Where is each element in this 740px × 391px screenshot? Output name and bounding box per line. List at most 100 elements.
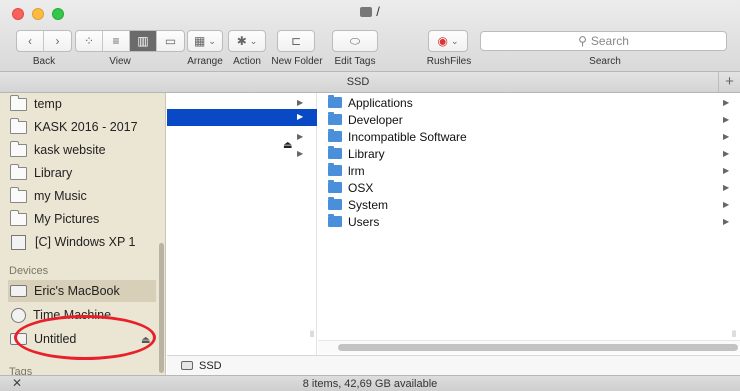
search-label: Search [589,56,621,67]
path-bar: SSD [167,355,740,375]
list-item-applications[interactable]: Applications ▶ [328,94,733,111]
folder-icon [328,129,342,142]
column-view-button[interactable]: ▥ [130,31,157,51]
hard-disk-icon [181,361,193,370]
chevron-down-icon: ⌄ [208,35,216,46]
list-view-button[interactable]: ≡ [103,31,130,51]
eject-icon[interactable]: ⏏ [141,335,150,346]
tag-icon: ⬭ [349,33,361,48]
disclosure-arrow-icon: ▶ [723,217,730,226]
list-item-system[interactable]: System ▶ [328,196,733,213]
list-icon: ≡ [112,34,120,48]
search-input[interactable]: ⚲ Search [480,31,727,51]
folder-icon [328,112,342,125]
arrange-button[interactable]: ▦ ⌄ [187,30,223,52]
cover-flow-icon: ▭ [164,34,177,48]
disclosure-arrow-icon: ▶ [723,115,730,124]
cover-flow-button[interactable]: ▭ [157,31,184,51]
eject-icon[interactable]: ⏏ [283,140,292,151]
action-button[interactable]: ✱ ⌄ [228,30,266,52]
browser-column-2: Applications ▶ Developer ▶ Incompatible So… [318,93,740,355]
chevron-right-icon: › [55,34,60,48]
list-item[interactable]: ▶ [167,128,317,145]
disclosure-arrow-icon: ▶ [723,98,730,107]
icon-view-button[interactable]: ⁘ [76,31,103,51]
folder-icon [328,95,342,108]
horizontal-scrollbar[interactable] [318,340,740,354]
new-folder-label: New Folder [271,56,323,67]
folder-icon [328,197,342,210]
sidebar-item-windows-xp[interactable]: [C] Windows XP 1 [10,231,160,253]
folder-icon [10,209,27,226]
folder-icon [10,163,27,180]
list-item-incompatible-software[interactable]: Incompatible Software ▶ [328,128,733,145]
back-forward-buttons: ‹ › [16,30,72,52]
column-resize-handle[interactable]: ll [732,329,736,339]
list-item-developer[interactable]: Developer ▶ [328,111,733,128]
columns-icon: ▥ [137,34,149,48]
disclosure-arrow-icon: ▶ [297,149,304,158]
back-button[interactable]: ‹ [17,31,44,51]
sidebar-item-kask-website[interactable]: kask website [10,139,160,161]
action-label: Action [233,56,261,67]
time-machine-icon [11,307,26,323]
rushfiles-label: RushFiles [426,56,472,67]
sidebar-item-untitled[interactable]: Untitled [10,328,160,350]
rushfiles-button[interactable]: ◉ ⌄ [428,30,468,52]
folder-icon [328,163,342,176]
search-icon: ⚲ [578,34,587,48]
browser-column-1: ▶ ▶ ▶ ▶ ⏏ ll [167,93,317,355]
folder-icon [328,146,342,159]
view-mode-control: ⁘ ≡ ▥ ▭ [75,30,185,52]
chevron-down-icon: ⌄ [450,35,459,46]
new-folder-icon: ⊏ [290,34,302,48]
folder-icon [10,117,27,134]
sidebar-item-erics-macbook[interactable]: Eric's MacBook [8,280,156,302]
list-item-users[interactable]: Users ▶ [328,213,733,230]
disclosure-arrow-icon: ▶ [297,132,304,141]
sidebar-item-time-machine[interactable]: Time Machine [10,304,160,326]
sidebar: temp KASK 2016 - 2017 kask website Libra… [0,93,166,375]
disclosure-arrow-icon: ▶ [723,132,730,141]
folder-icon [10,94,27,111]
chevron-down-icon: ⌄ [249,35,258,46]
chevron-left-icon: ‹ [28,34,32,48]
new-folder-button[interactable]: ⊏ [277,30,315,52]
forward-button[interactable]: › [44,31,71,51]
scrollbar-thumb[interactable] [338,344,738,351]
status-bar: ✕ 8 items, 42,69 GB available [0,375,740,391]
column-resize-handle[interactable]: ll [310,329,314,339]
sidebar-item-my-pictures[interactable]: My Pictures [10,208,160,230]
disclosure-arrow-icon: ▶ [723,166,730,175]
hard-disk-icon [10,333,27,345]
folder-icon [328,214,342,227]
folder-icon [10,140,27,157]
list-item-lrm[interactable]: lrm ▶ [328,162,733,179]
list-item-library[interactable]: Library ▶ [328,145,733,162]
disclosure-arrow-icon: ▶ [723,183,730,192]
disclosure-arrow-icon: ▶ [723,200,730,209]
sidebar-scrollbar[interactable] [159,243,164,373]
sidebar-item-library[interactable]: Library [10,162,160,184]
edit-tags-button[interactable]: ⬭ [332,30,378,52]
disclosure-arrow-icon: ▶ [723,149,730,158]
selected-row[interactable]: ▶ [167,109,317,126]
view-label: View [109,56,131,67]
list-item-osx[interactable]: OSX ▶ [328,179,733,196]
folder-icon [10,186,27,203]
list-item[interactable]: ▶ [167,145,317,162]
status-text: 8 items, 42,69 GB available [302,378,438,390]
path-segment-ssd[interactable]: SSD [199,360,222,372]
sidebar-item-my-music[interactable]: my Music [10,185,160,207]
current-location-title: SSD [346,76,370,88]
sidebar-item-kask-2016-2017[interactable]: KASK 2016 - 2017 [10,116,160,138]
add-tab-button[interactable]: + [718,72,740,92]
disclosure-arrow-icon: ▶ [297,112,304,121]
rushfiles-icon: ◉ [437,34,448,48]
arrange-label: Arrange [187,56,223,67]
gear-icon: ✱ [236,34,247,48]
window-title: / [0,4,740,19]
sidebar-item-temp[interactable]: temp [10,93,160,115]
arrange-grid-icon: ▦ [194,34,206,48]
virtual-machine-icon [11,234,26,250]
